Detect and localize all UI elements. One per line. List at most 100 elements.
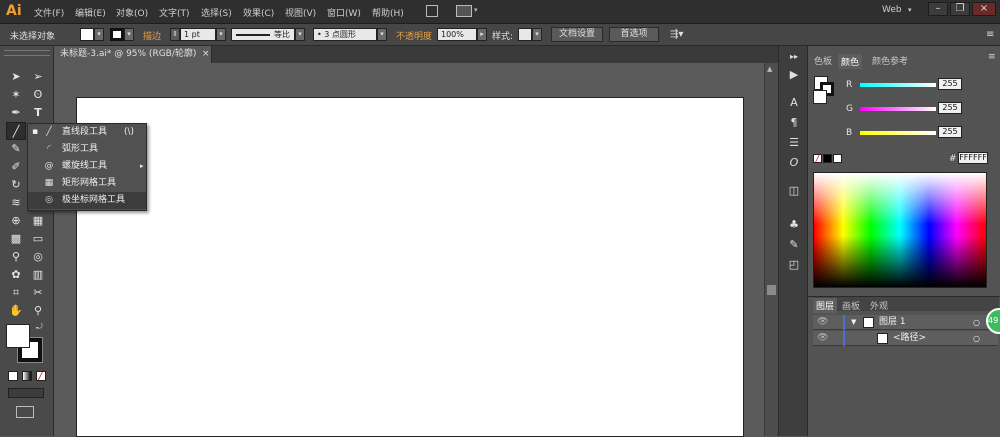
chevron-down-icon[interactable]: ▾: [908, 6, 912, 14]
layer-name[interactable]: 图层 1: [879, 315, 906, 330]
close-tab-icon[interactable]: ×: [202, 46, 210, 63]
color-mode-icon[interactable]: [8, 371, 18, 381]
chevron-down-icon[interactable]: ▾: [377, 28, 387, 41]
shape-builder-icon[interactable]: ⊕: [6, 212, 26, 230]
variable-width-profile[interactable]: 等比: [231, 28, 295, 41]
canvas-area[interactable]: [54, 63, 764, 437]
chevron-down-icon[interactable]: ▾: [295, 28, 305, 41]
target-icon[interactable]: ○: [973, 331, 980, 346]
preferences-button[interactable]: 首选项: [609, 27, 659, 42]
close-icon[interactable]: ×: [972, 2, 996, 16]
menu-help[interactable]: 帮助(H): [372, 6, 404, 19]
slice-tool-icon[interactable]: ✂: [28, 284, 48, 302]
color-spectrum[interactable]: [813, 172, 987, 288]
swap-colors-icon[interactable]: ⤾: [36, 322, 43, 332]
target-icon[interactable]: ○: [973, 315, 980, 330]
brush-definition[interactable]: • 3 点圆形: [313, 28, 377, 41]
stroke-link[interactable]: 描边: [143, 29, 161, 42]
mesh-tool-icon[interactable]: ▩: [6, 230, 26, 248]
panel-menu-icon[interactable]: ≡: [988, 52, 996, 62]
menu-object[interactable]: 对象(O): [116, 6, 148, 19]
channel-b-value[interactable]: 255: [938, 126, 962, 138]
blob-brush-icon[interactable]: ✐: [6, 158, 26, 176]
menu-select[interactable]: 选择(S): [201, 6, 232, 19]
magic-wand-icon[interactable]: ✶: [6, 86, 26, 104]
selection-tool-icon[interactable]: ➤: [6, 68, 26, 86]
pathfinder-icon[interactable]: ◫: [785, 184, 803, 198]
chevron-down-icon[interactable]: ▾: [474, 6, 478, 14]
document-tab[interactable]: 未标题-3.ai* @ 95% (RGB/轮廓) ×: [54, 46, 212, 63]
flyout-item-spiral[interactable]: @ 螺旋线工具 ▸: [28, 158, 146, 175]
stepper-icon[interactable]: ⇕: [170, 28, 180, 41]
line-segment-tool-icon[interactable]: ╱: [6, 122, 26, 140]
screen-mode-icon[interactable]: [16, 406, 34, 418]
channel-g-value[interactable]: 255: [938, 102, 962, 114]
menu-effect[interactable]: 效果(C): [243, 6, 274, 19]
direct-selection-icon[interactable]: ➢: [28, 68, 48, 86]
layer-row[interactable]: 👁 <路径> ○: [813, 331, 998, 346]
align-panel-icon[interactable]: ☰: [785, 136, 803, 150]
gradient-mode-icon[interactable]: [22, 371, 32, 381]
menu-window[interactable]: 窗口(W): [327, 6, 361, 19]
workspace-switcher[interactable]: Web: [882, 5, 902, 15]
warp-tool-icon[interactable]: ≋: [6, 194, 26, 212]
blend-tool-icon[interactable]: ◎: [28, 248, 48, 266]
chevron-down-icon[interactable]: ▾: [216, 28, 226, 41]
chevron-down-icon[interactable]: ▾: [532, 28, 542, 41]
column-graph-icon[interactable]: ▥: [28, 266, 48, 284]
scroll-thumb[interactable]: [767, 285, 776, 295]
chevron-down-icon[interactable]: ▾: [124, 28, 134, 41]
white-swatch[interactable]: [833, 154, 842, 163]
none-mode-icon[interactable]: ╱: [36, 371, 46, 381]
fill-color-box-front[interactable]: [6, 324, 30, 348]
opentype-panel-icon[interactable]: O: [785, 156, 803, 170]
flyout-item-polar-grid[interactable]: ◎ 极坐标网格工具: [28, 192, 146, 209]
character-panel-icon[interactable]: A: [785, 96, 803, 110]
hex-field[interactable]: FFFFFF: [958, 152, 988, 164]
play-action-icon[interactable]: ▶: [785, 68, 803, 82]
panel-menu-icon[interactable]: ≡: [986, 29, 994, 40]
hand-tool-icon[interactable]: ✋: [6, 302, 26, 320]
symbol-sprayer-icon[interactable]: ✿: [6, 266, 26, 284]
opacity-field[interactable]: 100%: [437, 28, 477, 41]
panel-grip[interactable]: [4, 50, 50, 56]
none-color-icon[interactable]: ╱: [813, 154, 822, 163]
bridge-icon[interactable]: [426, 5, 438, 17]
arrange-documents-icon[interactable]: [456, 5, 472, 17]
gradient-tool-icon[interactable]: ▭: [28, 230, 48, 248]
stroke-weight-field[interactable]: 1 pt: [180, 28, 216, 41]
tab-layers[interactable]: 图层: [813, 298, 838, 313]
rotate-tool-icon[interactable]: ↻: [6, 176, 26, 194]
menu-type[interactable]: 文字(T): [159, 6, 190, 19]
paragraph-panel-icon[interactable]: ¶: [785, 116, 803, 130]
paintbrush-icon[interactable]: ✎: [6, 140, 26, 158]
vertical-scrollbar[interactable]: ▲: [764, 63, 778, 436]
brushes-icon[interactable]: ✎: [785, 238, 803, 252]
stroke-swatch[interactable]: [110, 28, 124, 41]
scroll-up-icon[interactable]: ▲: [767, 65, 772, 73]
document-setup-button[interactable]: 文档设置: [551, 27, 603, 42]
tab-color-guide[interactable]: 颜色参考: [872, 54, 908, 67]
flyout-item-rectangular-grid[interactable]: ▦ 矩形网格工具: [28, 175, 146, 192]
tab-color[interactable]: 颜色: [838, 54, 863, 69]
align-icon[interactable]: ⇶▾: [670, 29, 683, 40]
type-tool-icon[interactable]: T: [28, 104, 48, 122]
artboard[interactable]: [76, 97, 744, 437]
tab-appearance[interactable]: 外观: [870, 299, 888, 312]
tab-swatches[interactable]: 色板: [814, 54, 832, 67]
graphic-styles-icon[interactable]: ◰: [785, 258, 803, 272]
eye-icon[interactable]: 👁: [817, 331, 828, 346]
menu-file[interactable]: 文件(F): [34, 6, 64, 19]
collapse-panels-icon[interactable]: ▸▸: [785, 50, 803, 64]
chevron-right-icon[interactable]: ▸: [477, 28, 487, 41]
graphic-style-swatch[interactable]: [518, 28, 532, 41]
chevron-down-icon[interactable]: ▾: [94, 28, 104, 41]
fill-swatch[interactable]: [80, 28, 94, 41]
channel-r-value[interactable]: 255: [938, 78, 962, 90]
eyedropper-icon[interactable]: ⚲: [6, 248, 26, 266]
channel-b-slider[interactable]: [860, 131, 936, 135]
restore-icon[interactable]: ❐: [950, 2, 970, 16]
menu-edit[interactable]: 编辑(E): [75, 6, 106, 19]
minimize-icon[interactable]: –: [928, 2, 948, 16]
fill-color-front[interactable]: [813, 90, 827, 104]
